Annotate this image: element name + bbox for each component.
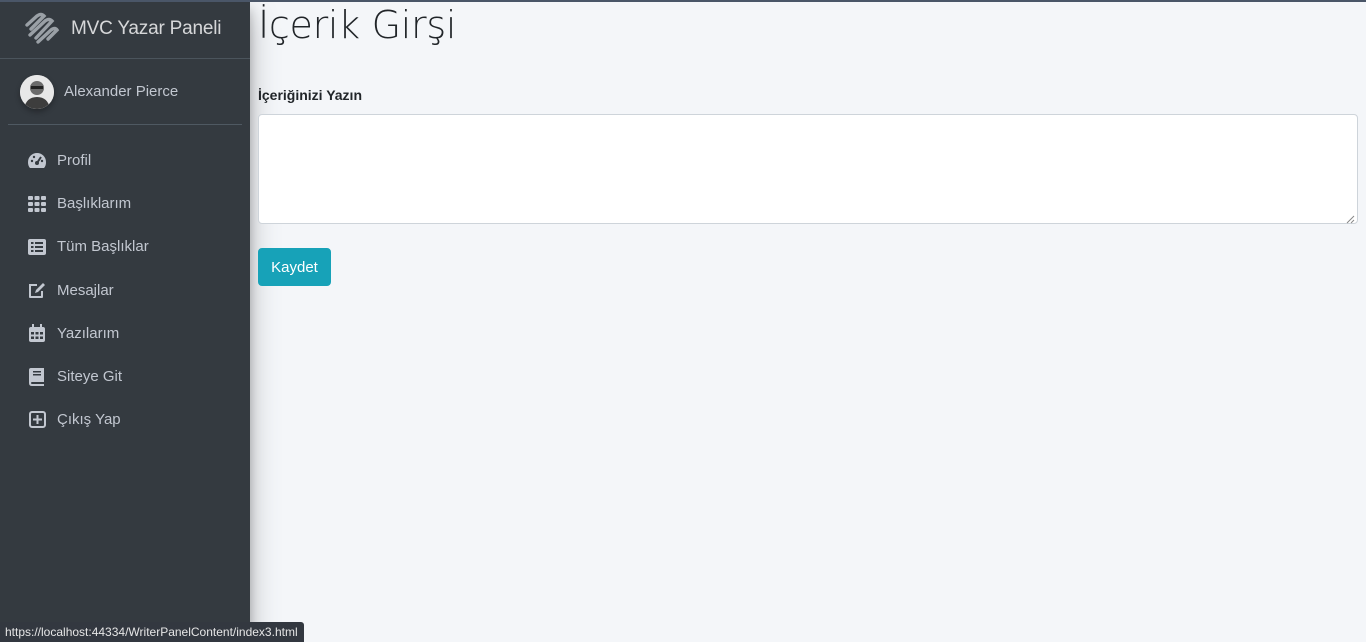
brand-title: MVC Yazar Paneli [71, 18, 222, 39]
sidebar-item-label: Çıkış Yap [57, 411, 121, 429]
sidebar-item-label: Tüm Başlıklar [57, 238, 149, 256]
calendar-icon [27, 323, 47, 343]
status-bar-url: https://localhost:44334/WriterPanelConte… [0, 622, 304, 642]
sidebar-nav: Profil Başlıklarım Tüm Başlıklar Mesajla… [0, 139, 250, 441]
sidebar-item-label: Profil [57, 152, 92, 170]
list-alt-icon [27, 237, 47, 257]
user-panel[interactable]: Alexander Pierce [8, 59, 242, 125]
sidebar-item-label: Yazılarım [57, 324, 120, 342]
sidebar-item-basliklarim[interactable]: Başlıklarım [8, 182, 242, 225]
grid-icon [27, 194, 47, 214]
avatar [20, 74, 54, 109]
tachometer-icon [27, 151, 47, 171]
plus-square-icon [27, 410, 47, 430]
resize-grip-icon[interactable] [1345, 211, 1355, 224]
sidebar-item-yazilarim[interactable]: Yazılarım [8, 312, 242, 355]
page-title: İçerik Girşi [258, 3, 457, 47]
content-textarea[interactable] [258, 114, 1358, 224]
sidebar-item-profil[interactable]: Profil [8, 139, 242, 182]
brand-swirl-logo [20, 10, 62, 48]
sidebar-item-label: Mesajlar [57, 281, 114, 299]
top-border [0, 0, 1366, 2]
sidebar-item-siteye-git[interactable]: Siteye Git [8, 355, 242, 398]
sidebar-item-cikis-yap[interactable]: Çıkış Yap [8, 398, 242, 441]
edit-icon [27, 280, 47, 300]
sidebar-item-tum-basliklar[interactable]: Tüm Başlıklar [8, 225, 242, 268]
content-wrapper: İçerik Girşi İçeriğinizi Yazın Kaydet [250, 0, 1366, 642]
user-name: Alexander Pierce [64, 83, 179, 100]
brand-link[interactable]: MVC Yazar Paneli [0, 0, 250, 59]
save-button[interactable]: Kaydet [258, 248, 331, 286]
sidebar: MVC Yazar Paneli Alexander Pierce Profil… [0, 0, 250, 642]
sidebar-item-label: Başlıklarım [57, 195, 132, 213]
content-field-label: İçeriğinizi Yazın [258, 87, 363, 103]
sidebar-item-label: Siteye Git [57, 368, 123, 386]
book-icon [27, 367, 47, 387]
sidebar-item-mesajlar[interactable]: Mesajlar [8, 269, 242, 312]
